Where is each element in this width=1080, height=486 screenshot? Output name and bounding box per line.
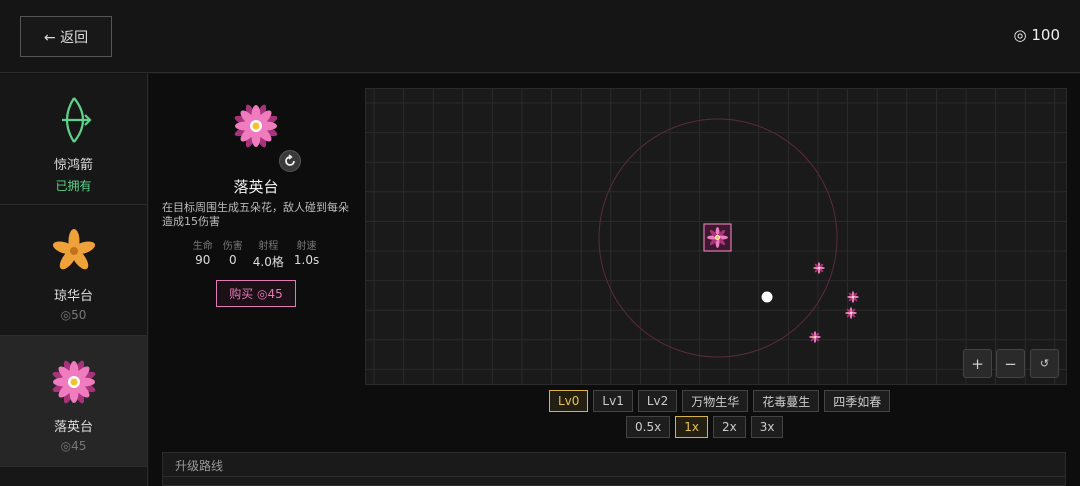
- stat-fire-rate: 射速 1.0s: [294, 237, 319, 270]
- stat-label: 射程: [258, 241, 279, 252]
- tower-card-name: 落英台: [53, 420, 93, 435]
- tower-card-luoyingtai[interactable]: 落英台 ◎45: [0, 336, 147, 467]
- stat-value: 0: [228, 253, 237, 267]
- speed-chip-0-5x[interactable]: 0.5x: [626, 416, 671, 438]
- tower-card-jinghongjian[interactable]: 惊鸿箭 已拥有: [0, 74, 147, 205]
- spawned-flower: [813, 262, 825, 274]
- stat-label: 射速: [296, 241, 317, 252]
- refresh-icon[interactable]: [279, 150, 301, 172]
- level-chip-lv1[interactable]: Lv1: [593, 390, 633, 412]
- buy-button[interactable]: 购买 ◎45: [216, 280, 296, 307]
- zoom-in-button[interactable]: +: [963, 349, 992, 378]
- preview-grid: [366, 89, 1066, 384]
- stat-label: 生命: [192, 241, 213, 252]
- reset-view-button[interactable]: ↺: [1030, 349, 1059, 378]
- level-chip-wanwu[interactable]: 万物生华: [682, 390, 749, 412]
- stat-damage: 伤害 0: [223, 237, 243, 270]
- speed-chip-2x[interactable]: 2x: [712, 416, 746, 438]
- spawned-flower: [847, 291, 859, 303]
- spawned-flower: [845, 307, 857, 319]
- upgrade-path-title: 升级路线: [163, 453, 1065, 477]
- back-button[interactable]: ← 返回: [20, 16, 112, 57]
- level-chip-lv0[interactable]: Lv0: [549, 390, 589, 412]
- stat-range: 射程 4.0格: [253, 237, 284, 270]
- speed-chip-1x[interactable]: 1x: [675, 416, 708, 438]
- level-selector: Lv0 Lv1 Lv2 万物生华 花毒蔓生 四季如春: [549, 390, 891, 412]
- tower-card-qionghuatai[interactable]: 琼华台 ◎50: [0, 205, 147, 336]
- bow-arrow-icon: [61, 97, 92, 143]
- tower-card-price: ◎45: [60, 439, 87, 453]
- tower-stats: 生命 90 伤害 0 射程 4.0格 射速 1.0s: [162, 237, 350, 270]
- tower-name: 落英台: [233, 178, 279, 196]
- level-chip-siji[interactable]: 四季如春: [824, 390, 891, 412]
- speed-selector: 0.5x 1x 2x 3x: [626, 416, 784, 438]
- stat-value: 90: [195, 253, 211, 267]
- tower-sidebar: 惊鸿箭 已拥有 琼华台 ◎50 落英台 ◎45: [0, 74, 148, 486]
- stat-value: 4.0格: [252, 255, 284, 269]
- enemy-dot: [761, 291, 773, 303]
- top-bar: ← 返回 ◎ 100: [0, 0, 1080, 73]
- tower-description: 在目标周围生成五朵花，敌人碰到每朵造成15伤害: [162, 201, 349, 228]
- orange-flower-icon: [52, 229, 95, 270]
- speed-chip-3x[interactable]: 3x: [750, 416, 784, 438]
- pink-flower-icon: [52, 360, 95, 404]
- coin-balance: ◎ 100: [1013, 26, 1061, 44]
- tower-card-price: ◎50: [60, 308, 87, 322]
- tower-card-name: 惊鸿箭: [53, 158, 93, 173]
- level-chip-huadu[interactable]: 花毒蔓生: [753, 390, 820, 412]
- upgrade-path-panel: 升级路线: [162, 452, 1066, 486]
- stat-value: 1.0s: [293, 253, 320, 267]
- spawned-flower: [809, 331, 821, 343]
- stat-label: 伤害: [222, 241, 243, 252]
- tower-card-name: 琼华台: [53, 289, 93, 304]
- tower-card-status: 已拥有: [55, 179, 92, 193]
- placed-tower-flower: [707, 227, 728, 248]
- preview-field[interactable]: + − ↺: [365, 88, 1067, 385]
- level-chip-lv2[interactable]: Lv2: [637, 390, 678, 412]
- stat-hp: 生命 90: [193, 237, 213, 270]
- zoom-out-button[interactable]: −: [996, 349, 1025, 378]
- tower-info-panel: 落英台 在目标周围生成五朵花，敌人碰到每朵造成15伤害 生命 90 伤害 0 射程 4…: [162, 100, 350, 307]
- pink-flower-icon: [234, 104, 278, 148]
